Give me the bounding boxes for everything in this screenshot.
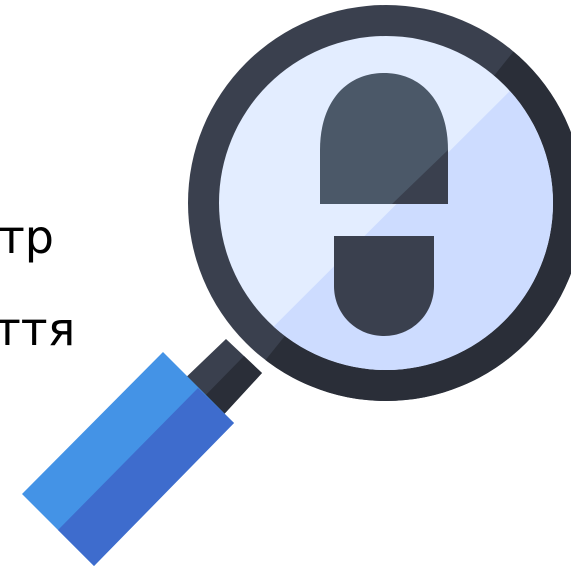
footprint-heel [334, 236, 434, 336]
page-canvas: тр ття [0, 0, 571, 566]
magnifier-footprint-icon [22, 5, 571, 566]
